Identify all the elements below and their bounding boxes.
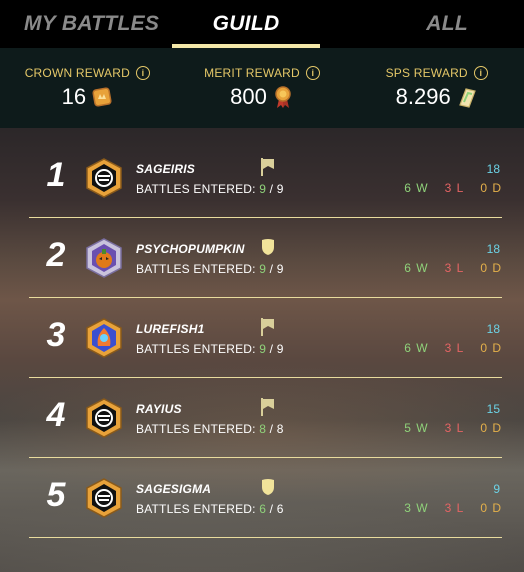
info-icon[interactable]: i [135, 66, 150, 80]
losses-count: 3 L [444, 501, 465, 515]
merit-reward: MERIT REWARD i 800 [175, 48, 350, 128]
battles-slash: / [269, 342, 274, 356]
rank-number: 1 [46, 156, 66, 194]
merit-reward-label: MERIT REWARD [204, 66, 300, 80]
info-icon[interactable]: i [473, 66, 488, 80]
rank-number: 5 [46, 476, 66, 514]
battles-entered: BATTLES ENTERED: 9 / 9 [136, 342, 284, 356]
win-loss-record: 6 W 3 L 0 D [404, 341, 502, 355]
leaderboard-row[interactable]: 5 SAGESIGMA BATTLES ENTERED: 6 / 6 9 3 W… [29, 458, 502, 538]
battles-slash: / [269, 422, 274, 436]
player-name[interactable]: RAYIUS [136, 402, 182, 416]
battles-total-count: 9 [276, 262, 284, 276]
wins-count: 6 W [404, 341, 429, 355]
points-value: 18 [486, 242, 500, 256]
crown-reward: CROWN REWARD i 16 [0, 48, 175, 128]
battles-entered-label: BATTLES ENTERED: [136, 422, 256, 436]
merit-medal-icon [275, 86, 291, 108]
rank-number: 2 [46, 236, 66, 274]
battles-total-count: 9 [276, 342, 284, 356]
skull-frame-icon [84, 398, 124, 438]
win-loss-record: 5 W 3 L 0 D [404, 421, 502, 435]
battles-entered-label: BATTLES ENTERED: [136, 342, 256, 356]
tab-guild[interactable]: GUILD [172, 0, 320, 48]
battles-slash: / [269, 182, 274, 196]
pumpkin-avatar [84, 238, 124, 278]
player-name[interactable]: LUREFISH1 [136, 322, 204, 336]
draws-count: 0 D [480, 341, 502, 355]
leaderboard-row[interactable]: 2 PSYCHOPUMPKIN BATTLES ENTERED: 9 / 9 1… [29, 218, 502, 298]
sps-reward: SPS REWARD i 8.296 [349, 48, 524, 128]
wins-count: 5 W [404, 421, 429, 435]
losses-count: 3 L [444, 261, 465, 275]
leaderboard-row[interactable]: 4 RAYIUS BATTLES ENTERED: 8 / 8 15 5 W 3… [29, 378, 502, 458]
leaderboard-row[interactable]: 3 LUREFISH1 BATTLES ENTERED: 9 / 9 18 6 … [29, 298, 502, 378]
player-name[interactable]: PSYCHOPUMPKIN [136, 242, 245, 256]
win-loss-record: 3 W 3 L 0 D [404, 501, 502, 515]
battles-entered: BATTLES ENTERED: 6 / 6 [136, 502, 284, 516]
battles-entered: BATTLES ENTERED: 9 / 9 [136, 182, 284, 196]
rank-number: 3 [46, 316, 66, 354]
player-name[interactable]: SAGESIGMA [136, 482, 211, 496]
sps-reward-value: 8.296 [395, 84, 451, 109]
skull-frame-icon [84, 158, 124, 198]
tab-my-battles[interactable]: MY BATTLES [0, 0, 172, 48]
banner-icon [260, 318, 276, 336]
win-loss-record: 6 W 3 L 0 D [404, 261, 502, 275]
battles-entered-count: 9 [259, 342, 267, 356]
points-value: 9 [493, 482, 500, 496]
battles-total-count: 8 [276, 422, 284, 436]
shield-icon [260, 478, 276, 496]
crown-token-icon [92, 87, 112, 107]
tab-all[interactable]: ALL [320, 0, 524, 48]
draws-count: 0 D [480, 181, 502, 195]
points-value: 18 [486, 162, 500, 176]
player-name[interactable]: SAGEIRIS [136, 162, 195, 176]
crown-reward-label: CROWN REWARD [24, 66, 130, 80]
wins-count: 6 W [404, 261, 429, 275]
battles-slash: / [269, 262, 274, 276]
points-value: 18 [486, 322, 500, 336]
losses-count: 3 L [444, 181, 465, 195]
sps-token-icon [458, 88, 476, 108]
tab-bar: MY BATTLES GUILD ALL [0, 0, 524, 48]
battles-entered: BATTLES ENTERED: 8 / 8 [136, 422, 284, 436]
draws-count: 0 D [480, 501, 502, 515]
battles-total-count: 6 [276, 502, 284, 516]
sps-reward-label: SPS REWARD [385, 66, 468, 80]
info-icon[interactable]: i [305, 66, 320, 80]
guild-leaderboard: 1 SAGEIRIS BATTLES ENTERED: 9 / 9 18 6 W… [29, 138, 502, 538]
draws-count: 0 D [480, 261, 502, 275]
battles-entered-count: 8 [259, 422, 267, 436]
battles-entered-label: BATTLES ENTERED: [136, 182, 256, 196]
battles-entered-label: BATTLES ENTERED: [136, 502, 256, 516]
shield-icon [260, 238, 276, 256]
wins-count: 6 W [404, 181, 429, 195]
points-value: 15 [486, 402, 500, 416]
skull-frame-icon [84, 478, 124, 518]
losses-count: 3 L [444, 341, 465, 355]
leaderboard-row[interactable]: 1 SAGEIRIS BATTLES ENTERED: 9 / 9 18 6 W… [29, 138, 502, 218]
draws-count: 0 D [480, 421, 502, 435]
battles-entered-count: 9 [259, 182, 267, 196]
banner-icon [260, 158, 276, 176]
battles-entered-count: 6 [259, 502, 267, 516]
banner-icon [260, 398, 276, 416]
battles-entered: BATTLES ENTERED: 9 / 9 [136, 262, 284, 276]
battles-slash: / [269, 502, 274, 516]
crown-reward-value: 16 [61, 84, 87, 109]
losses-count: 3 L [444, 421, 465, 435]
fire-creature-avatar [84, 318, 124, 358]
reward-bar: CROWN REWARD i 16 MERIT REWARD i 800 SPS… [0, 48, 524, 128]
wins-count: 3 W [404, 501, 429, 515]
battles-total-count: 9 [276, 182, 284, 196]
rank-number: 4 [46, 396, 66, 434]
win-loss-record: 6 W 3 L 0 D [404, 181, 502, 195]
merit-reward-value: 800 [230, 84, 267, 109]
battles-entered-label: BATTLES ENTERED: [136, 262, 256, 276]
battles-entered-count: 9 [259, 262, 267, 276]
